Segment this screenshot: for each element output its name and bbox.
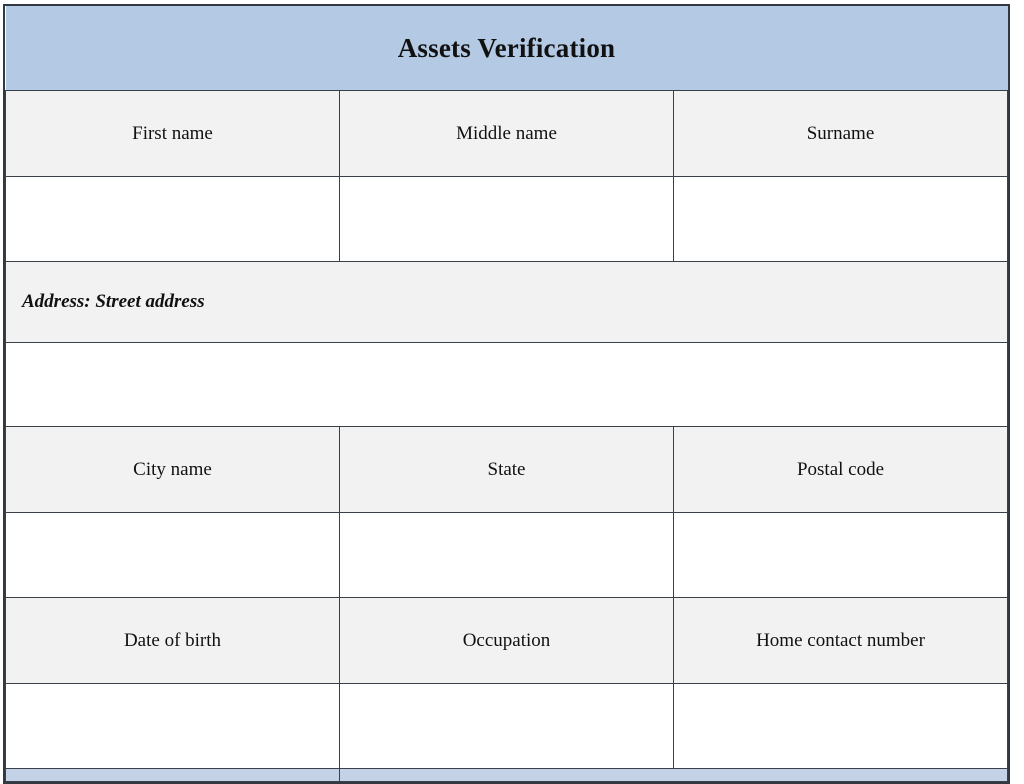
field-middle-name[interactable] <box>339 176 674 262</box>
personal-label-row: Date of birth Occupation Home contact nu… <box>5 597 1008 684</box>
label-city-name-text: City name <box>133 458 212 480</box>
title-row: Assets Verification <box>5 6 1008 91</box>
personal-entry-row <box>5 683 1008 769</box>
label-postal-code: Postal code <box>673 426 1008 513</box>
label-home-contact-number: Home contact number <box>673 597 1008 684</box>
name-label-row: First name Middle name Surname <box>5 90 1008 177</box>
field-home-contact-number[interactable] <box>673 683 1008 769</box>
label-occupation-text: Occupation <box>462 629 551 651</box>
page-title: Assets Verification <box>397 32 616 63</box>
label-surname: Surname <box>673 90 1008 177</box>
field-city-name[interactable] <box>5 512 340 598</box>
label-date-of-birth-text: Date of birth <box>123 629 222 651</box>
label-middle-name-text: Middle name <box>456 122 557 144</box>
label-first-name: First name <box>5 90 340 177</box>
address-label-row: Address: Street address <box>5 261 1008 343</box>
next-section-cell-right <box>339 768 1008 782</box>
field-postal-code[interactable] <box>673 512 1008 598</box>
address-entry-row <box>5 342 1008 427</box>
label-date-of-birth: Date of birth <box>5 597 340 684</box>
next-section-row-partial <box>5 768 1008 782</box>
label-address: Address: Street address <box>5 261 1008 343</box>
label-occupation: Occupation <box>339 597 674 684</box>
location-entry-row <box>5 512 1008 598</box>
assets-verification-form: Assets Verification First name Middle na… <box>3 4 1010 784</box>
label-address-text: Address: Street address <box>22 291 205 312</box>
form-title-cell: Assets Verification <box>5 6 1008 91</box>
location-label-row: City name State Postal code <box>5 426 1008 513</box>
next-section-cell-left <box>5 768 340 782</box>
field-date-of-birth[interactable] <box>5 683 340 769</box>
field-state[interactable] <box>339 512 674 598</box>
field-first-name[interactable] <box>5 176 340 262</box>
label-state: State <box>339 426 674 513</box>
label-state-text: State <box>487 458 526 480</box>
field-address[interactable] <box>5 342 1008 427</box>
field-occupation[interactable] <box>339 683 674 769</box>
label-surname-text: Surname <box>806 122 875 144</box>
name-entry-row <box>5 176 1008 262</box>
label-postal-code-text: Postal code <box>796 458 885 480</box>
field-surname[interactable] <box>673 176 1008 262</box>
label-first-name-text: First name <box>132 122 213 144</box>
label-home-contact-number-text: Home contact number <box>756 629 925 651</box>
label-city-name: City name <box>5 426 340 513</box>
label-middle-name: Middle name <box>339 90 674 177</box>
form-table: Assets Verification First name Middle na… <box>5 6 1008 782</box>
